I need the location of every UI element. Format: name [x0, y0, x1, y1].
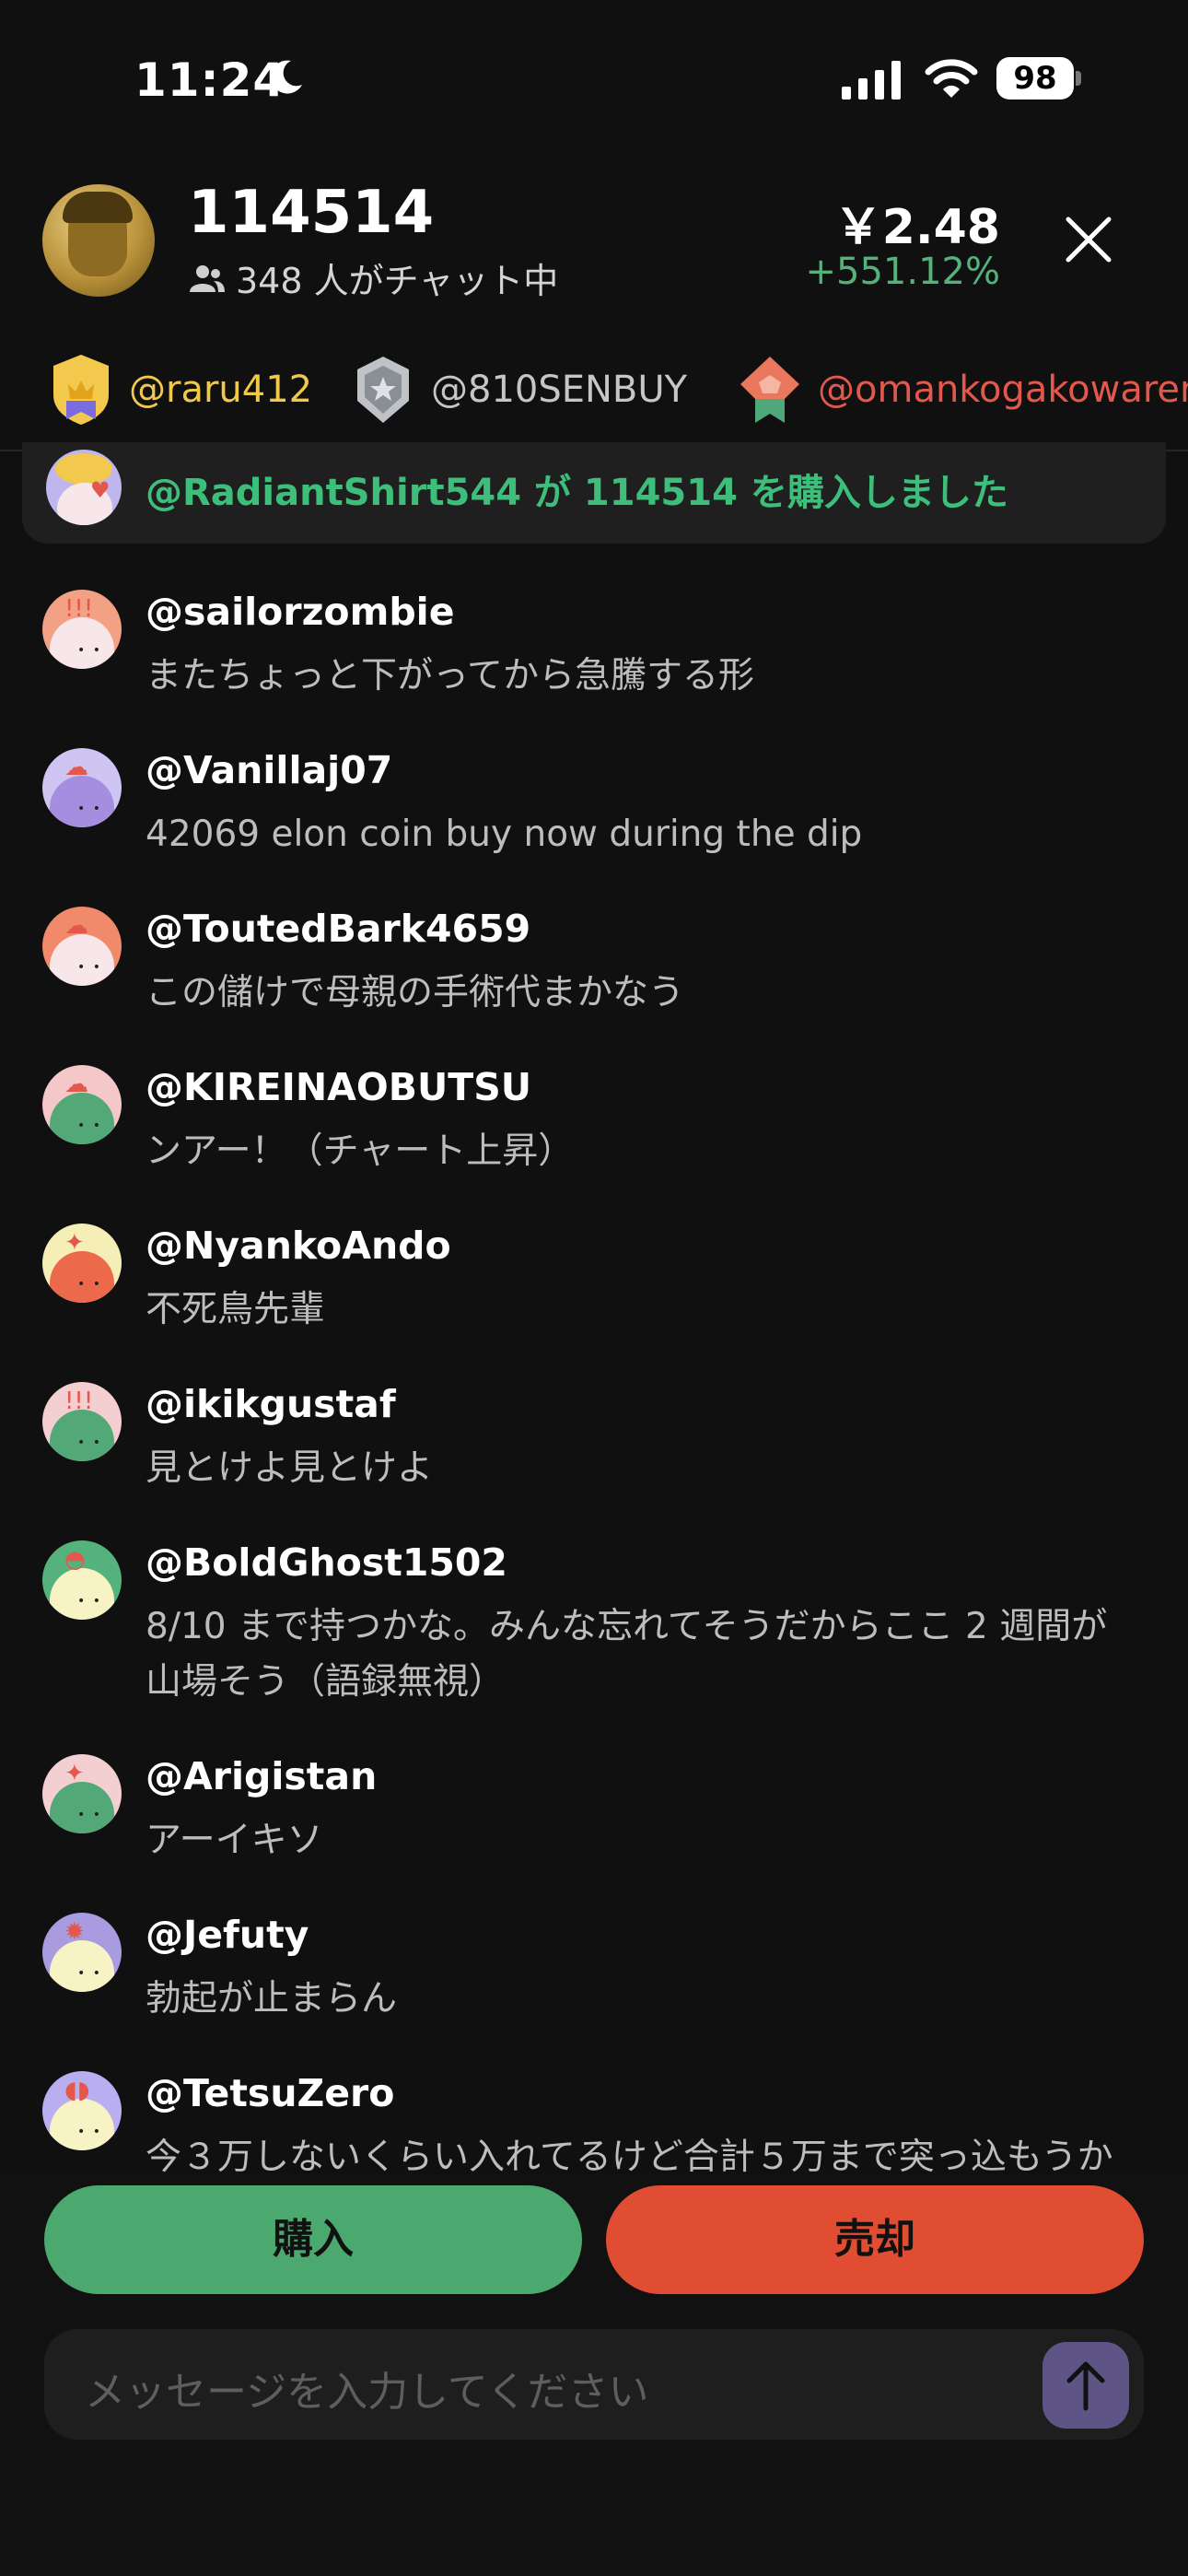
price-change: +551.12%	[805, 251, 1000, 293]
message-text: ンアー！（チャート上昇）	[146, 1130, 575, 1172]
user-avatar[interactable]: • • ☁	[42, 907, 122, 986]
chat-header: 114514 348 人がチャット中 ￥2.48 +551.12%	[0, 175, 1188, 313]
avatar-decoration: ✦	[64, 1760, 85, 1787]
avatar-decoration: ☁	[64, 912, 88, 940]
message-placeholder: メッセージを入力してください	[85, 2369, 649, 2416]
avatar-eyes: • •	[77, 1594, 102, 1609]
send-button[interactable]	[1042, 2342, 1129, 2429]
gold-medal-icon	[53, 355, 109, 425]
message-item: • • ✦ @NyankoAndo 不死鳥先輩	[0, 1224, 1188, 1334]
message-username[interactable]: @NyankoAndo	[146, 1224, 451, 1268]
message-username[interactable]: @ToutedBark4659	[146, 907, 530, 951]
rank-item-2[interactable]: @810SENBUY	[350, 348, 687, 431]
user-avatar[interactable]: • •!!!	[42, 590, 122, 669]
user-avatar[interactable]: • • ◓	[42, 1540, 122, 1620]
message-text: この儲けで母親の手術代まかなう	[146, 972, 685, 1013]
message-text: 不死鳥先輩	[146, 1289, 326, 1330]
bronze-medal-icon	[740, 357, 799, 423]
coin-avatar-hair	[63, 192, 133, 223]
bottom-bar: 購入 売却 メッセージを入力してください	[0, 2174, 1188, 2576]
rank-user-3: @omankogakowaren	[818, 369, 1188, 411]
message-list[interactable]: • •!!! @sailorzombie またちょっと下がってから急騰する形 • • ☁…	[0, 590, 1188, 2285]
avatar-decoration: ✦	[64, 1229, 85, 1257]
rank-item-1[interactable]: @raru412	[48, 348, 312, 431]
cellular-signal-icon	[842, 61, 901, 100]
message-text: アーイキソ	[146, 1820, 323, 1861]
battery-tip	[1076, 71, 1081, 86]
online-count-text: 348 人がチャット中	[236, 261, 559, 301]
rank-item-3[interactable]: @omankogakowaren	[737, 348, 1188, 431]
avatar-decoration: !!!	[64, 1388, 94, 1415]
user-avatar[interactable]: • • ◖◗	[42, 2071, 122, 2150]
purchase-notice: ♥ @RadiantShirt544 が 114514 を購入しました	[22, 442, 1166, 544]
message-item: • • ✹ @Jefuty 勃起が止まらん	[0, 1913, 1188, 2023]
user-avatar[interactable]: • • ☁	[42, 1065, 122, 1144]
coin-avatar[interactable]	[42, 184, 155, 297]
message-item: • •!!! @ikikgustaf 見とけよ見とけよ	[0, 1382, 1188, 1493]
user-avatar[interactable]: • • ✹	[42, 1913, 122, 1992]
message-item: • • ☁ @Vanillaj07 42069 elon coin buy now d…	[0, 748, 1188, 859]
rank-user-1: @raru412	[129, 369, 313, 411]
message-text: 見とけよ見とけよ	[146, 1447, 434, 1489]
message-text: またちょっと下がってから急騰する形	[146, 655, 755, 697]
message-item: • • ✦ @Arigistan アーイキソ	[0, 1754, 1188, 1865]
avatar-eyes: • •	[77, 1808, 102, 1822]
user-avatar[interactable]: • •!!!	[42, 1382, 122, 1461]
sell-button[interactable]: 売却	[606, 2185, 1144, 2294]
online-count: 348 人がチャット中	[188, 252, 558, 303]
rank-user-2: @810SENBUY	[431, 369, 688, 411]
arrow-up-icon	[1066, 2361, 1105, 2411]
silver-medal-icon	[357, 357, 409, 423]
notice-avatar: ♥	[46, 450, 122, 525]
message-username[interactable]: @Vanillaj07	[146, 748, 392, 792]
message-username[interactable]: @ikikgustaf	[146, 1382, 396, 1426]
avatar-eyes: • •	[77, 2125, 102, 2139]
battery-indicator: 98	[996, 57, 1081, 100]
avatar-eyes: • •	[77, 960, 102, 975]
message-text: 8/10 まで持つかな。みんな忘れてそうだからここ 2 週間が山場そう（語録無視…	[146, 1606, 1108, 1703]
avatar-eyes: • •	[77, 802, 102, 816]
user-avatar[interactable]: • • ✦	[42, 1754, 122, 1833]
avatar-decoration: ☁	[64, 1071, 88, 1098]
avatar-decoration: !!!	[64, 595, 94, 623]
message-username[interactable]: @Jefuty	[146, 1913, 309, 1957]
notice-text: @RadiantShirt544 が 114514 を購入しました	[146, 472, 1008, 514]
avatar-decoration: ◓	[64, 1546, 86, 1574]
user-avatar[interactable]: • • ☁	[42, 748, 122, 827]
avatar-decoration: ✹	[64, 1918, 85, 1946]
avatar-eyes: • •	[77, 1118, 102, 1133]
buy-button[interactable]: 購入	[44, 2185, 582, 2294]
message-text: 42069 elon coin buy now during the dip	[146, 814, 863, 855]
moon-icon	[271, 60, 302, 94]
people-icon	[190, 264, 225, 292]
message-username[interactable]: @Arigistan	[146, 1754, 377, 1798]
message-text: 勃起が止まらん	[146, 1978, 398, 2020]
message-username[interactable]: @KIREINAOBUTSU	[146, 1065, 531, 1109]
avatar-decoration: ◖◗	[64, 2077, 90, 2104]
avatar-eyes: • •	[77, 643, 102, 658]
message-item: • • ☁ @KIREINAOBUTSU ンアー！（チャート上昇）	[0, 1065, 1188, 1176]
message-input[interactable]: メッセージを入力してください	[44, 2329, 1144, 2440]
avatar-eyes: • •	[77, 1435, 102, 1450]
message-item: • • ☁ @ToutedBark4659 この儲けで母親の手術代まかなう	[0, 907, 1188, 1017]
status-bar: 11:24 98	[0, 0, 1188, 157]
avatar-eyes: • •	[77, 1277, 102, 1292]
message-username[interactable]: @sailorzombie	[146, 590, 455, 634]
status-time: 11:24	[134, 53, 286, 107]
top-holders-row: @raru412 @810SENBUY @omankogakowaren	[0, 343, 1188, 435]
message-item: • • ◓ @BoldGhost1502 8/10 まで持つかな。みんな忘れてそうだか…	[0, 1540, 1188, 1706]
battery-level: 98	[996, 57, 1074, 100]
wifi-icon	[925, 59, 978, 98]
close-icon[interactable]	[1063, 214, 1114, 265]
avatar-decoration: ☁	[64, 754, 88, 781]
coin-price: ￥2.48	[833, 200, 1000, 255]
message-username[interactable]: @BoldGhost1502	[146, 1540, 507, 1585]
user-avatar[interactable]: • • ✦	[42, 1224, 122, 1303]
message-item: • •!!! @sailorzombie またちょっと下がってから急騰する形	[0, 590, 1188, 700]
coin-name: 114514	[188, 179, 435, 247]
avatar-eyes: • •	[77, 1966, 102, 1981]
message-username[interactable]: @TetsuZero	[146, 2071, 394, 2115]
